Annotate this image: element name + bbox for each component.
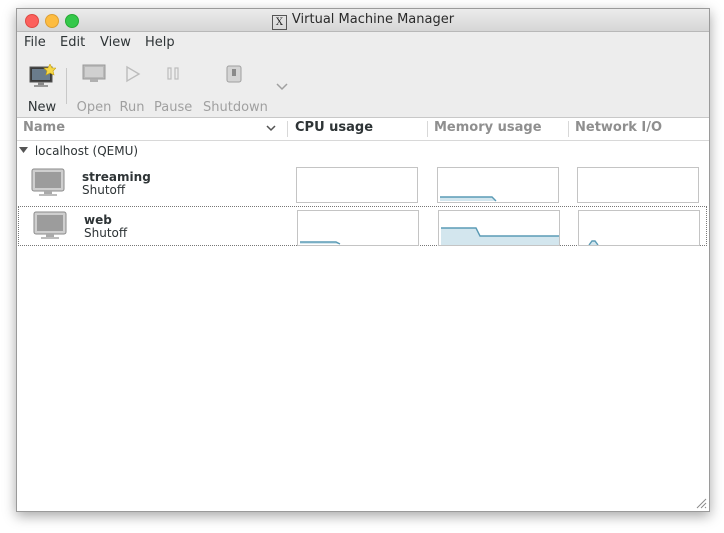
network-sparkline [588,240,599,245]
column-memory-usage[interactable]: Memory usage [434,120,542,135]
window-title-text: Virtual Machine Manager [291,12,455,27]
pause-label: Pause [154,100,193,115]
shutdown-menu-button[interactable] [275,80,289,94]
menu-help[interactable]: Help [145,35,175,50]
header-divider [568,121,569,137]
pause-icon [167,67,179,80]
title-bar[interactable]: X Virtual Machine Manager [17,9,709,32]
memory-sparkline [441,227,559,245]
vm-row-streaming[interactable]: streaming Shutoff [17,164,709,204]
memory-usage-graph [437,167,559,203]
toolbar-separator [66,68,67,104]
vm-monitor-icon [33,211,67,239]
new-vm-label: New [27,100,57,115]
connection-row[interactable]: localhost (QEMU) [19,144,138,158]
window-title: X Virtual Machine Manager [17,12,709,30]
shutdown-label: Shutdown [203,100,268,115]
shutdown-icon [226,65,242,83]
sort-chevron-down-icon[interactable] [266,125,276,132]
network-io-graph [577,167,699,203]
column-cpu-usage[interactable]: CPU usage [295,120,373,135]
toolbar: New Open Run Pause Shutdown [17,54,709,118]
resize-grip-icon[interactable] [696,498,707,509]
vm-state: Shutoff [84,226,128,240]
cpu-sparkline [300,241,341,245]
new-vm-button[interactable]: New [24,63,60,116]
memory-usage-graph [438,210,560,246]
menu-edit[interactable]: Edit [60,35,85,50]
memory-sparkline [440,196,497,202]
app-window: X Virtual Machine Manager File Edit View … [16,8,710,512]
pause-button[interactable]: Pause [154,64,192,116]
vm-name: streaming [82,170,151,184]
menu-view[interactable]: View [100,35,131,50]
new-vm-icon [29,63,57,87]
x11-icon: X [271,15,287,30]
column-header: Name CPU usage Memory usage Network I/O [17,118,709,141]
open-button[interactable]: Open [75,64,113,116]
header-divider [427,121,428,137]
vm-monitor-icon [31,168,65,196]
vm-row-web[interactable]: web Shutoff [18,206,707,246]
header-divider [287,121,288,137]
menu-file[interactable]: File [24,35,46,50]
shutdown-button[interactable]: Shutdown [203,64,268,116]
network-io-graph [578,210,700,246]
expander-down-icon[interactable] [19,147,28,154]
play-icon [126,65,141,83]
run-button[interactable]: Run [119,64,145,116]
cpu-usage-graph [296,167,418,203]
connection-label: localhost (QEMU) [34,144,139,158]
column-name[interactable]: Name [23,120,65,135]
vm-name: web [84,213,112,227]
column-network-io[interactable]: Network I/O [575,120,662,135]
open-label: Open [76,100,112,115]
menu-bar: File Edit View Help [17,32,709,54]
run-label: Run [119,100,145,115]
chevron-down-icon [276,83,288,91]
cpu-usage-graph [297,210,419,246]
vm-state: Shutoff [82,183,126,197]
monitor-open-icon [82,64,106,82]
